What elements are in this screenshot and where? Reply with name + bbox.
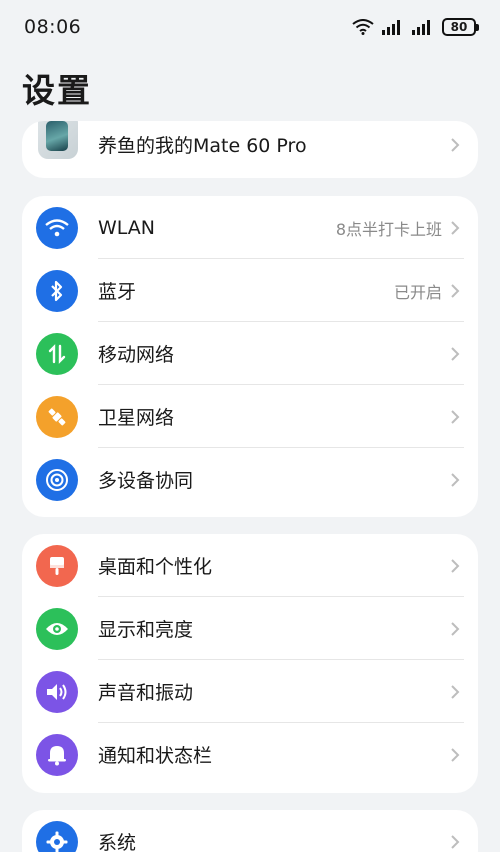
settings-row-wlan[interactable]: WLAN 8点半打卡上班	[22, 196, 478, 259]
chevron-right-icon	[451, 409, 460, 424]
chevron-right-icon	[451, 558, 460, 573]
desktop-label: 桌面和个性化	[98, 556, 213, 578]
chevron-right-icon	[451, 834, 460, 849]
chevron-right-icon	[451, 138, 460, 152]
mobile-network-label: 移动网络	[98, 344, 175, 366]
device-name: 养鱼的我的Mate 60 Pro	[98, 135, 307, 157]
chevron-right-icon	[451, 220, 460, 235]
settings-row-display[interactable]: 显示和亮度	[22, 597, 478, 660]
status-bar: 08:06 80	[0, 0, 500, 56]
settings-row-mobile-network[interactable]: 移动网络	[22, 322, 478, 385]
settings-row-multi-device[interactable]: 多设备协同	[22, 448, 478, 511]
satellite-label: 卫星网络	[98, 407, 175, 429]
wlan-value: 8点半打卡上班	[335, 219, 442, 239]
device-card[interactable]: 养鱼的我的Mate 60 Pro	[22, 121, 478, 178]
chevron-right-icon	[451, 621, 460, 636]
status-time: 08:06	[24, 16, 82, 38]
multi-device-icon	[36, 458, 78, 501]
personalization-group: 桌面和个性化 显示和亮度 声音和振动 通知和状态栏	[22, 534, 478, 793]
chevron-right-icon	[451, 472, 460, 487]
device-row[interactable]: 养鱼的我的Mate 60 Pro	[22, 121, 478, 170]
settings-row-notifications[interactable]: 通知和状态栏	[22, 723, 478, 786]
bell-icon	[36, 733, 78, 776]
wifi-icon	[36, 206, 78, 249]
battery-indicator: 80	[442, 18, 479, 36]
bluetooth-value: 已开启	[393, 282, 442, 302]
settings-row-satellite[interactable]: 卫星网络	[22, 385, 478, 448]
chevron-right-icon	[451, 283, 460, 298]
multi-device-label: 多设备协同	[98, 470, 194, 492]
eye-icon	[36, 607, 78, 650]
chevron-right-icon	[451, 747, 460, 762]
display-label: 显示和亮度	[98, 619, 194, 641]
bluetooth-icon	[36, 269, 78, 312]
mobile-data-icon	[36, 332, 78, 375]
settings-row-sound[interactable]: 声音和振动	[22, 660, 478, 723]
bluetooth-label: 蓝牙	[98, 281, 137, 303]
notifications-label: 通知和状态栏	[98, 745, 213, 767]
gear-icon	[36, 820, 78, 852]
system-group: 系统	[22, 810, 478, 852]
chevron-right-icon	[451, 684, 460, 699]
connectivity-group: WLAN 8点半打卡上班 蓝牙 已开启 移动网络 卫星网络 多设备协同	[22, 196, 478, 517]
chevron-right-icon	[451, 346, 460, 361]
settings-row-system[interactable]: 系统	[22, 810, 478, 852]
page-title: 设置	[22, 71, 92, 110]
settings-row-desktop[interactable]: 桌面和个性化	[22, 534, 478, 597]
signal-2-icon	[412, 20, 430, 35]
satellite-icon	[36, 395, 78, 438]
device-thumbnail	[38, 121, 78, 159]
brush-icon	[36, 544, 78, 587]
status-icons: 80	[352, 18, 479, 36]
sound-label: 声音和振动	[98, 682, 194, 704]
wifi-status-icon	[352, 19, 374, 35]
settings-row-bluetooth[interactable]: 蓝牙 已开启	[22, 259, 478, 322]
signal-1-icon	[382, 20, 400, 35]
speaker-icon	[36, 670, 78, 713]
wlan-label: WLAN	[98, 216, 156, 239]
system-label: 系统	[98, 832, 137, 852]
